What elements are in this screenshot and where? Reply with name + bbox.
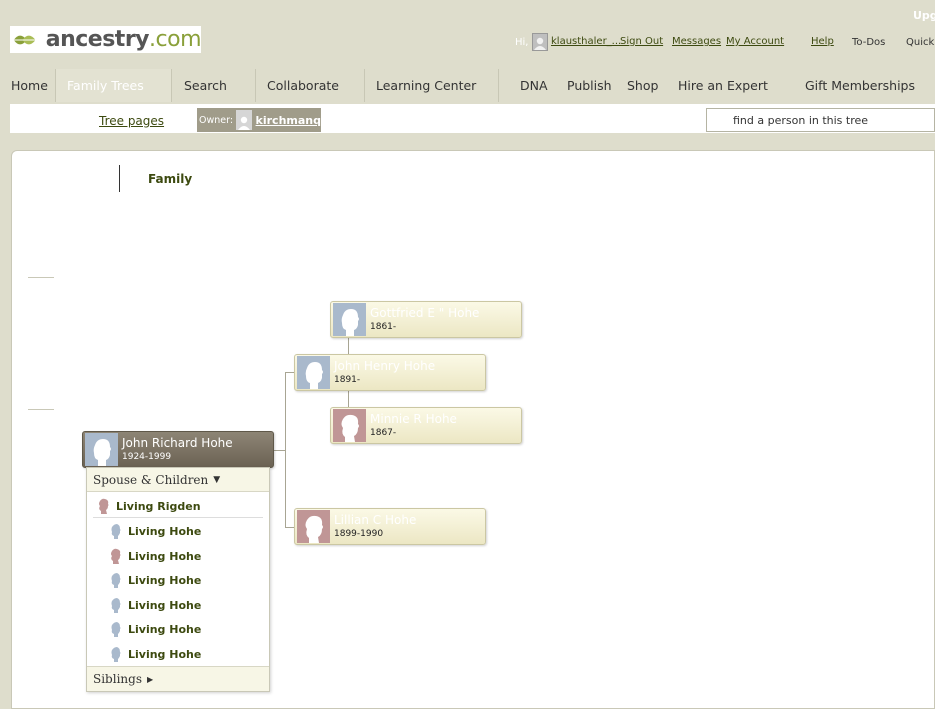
child-name: Living Hohe	[128, 573, 202, 587]
family-view-label[interactable]: Family	[148, 172, 192, 186]
todos-link[interactable]: To-Dos	[852, 37, 885, 48]
female-silhouette-icon	[99, 498, 109, 514]
nav-family-trees[interactable]: Family Trees	[56, 69, 171, 102]
ancestry-logo[interactable]: ancestry.com	[10, 26, 201, 53]
child-item[interactable]: Living Hohe	[109, 620, 201, 638]
connector	[273, 450, 285, 451]
person-name: John Richard Hohe	[122, 436, 233, 450]
child-item[interactable]: Living Hohe	[109, 596, 201, 614]
nav-shop[interactable]: Shop	[627, 69, 658, 102]
child-name: Living Hohe	[128, 598, 202, 612]
child-name: Living Hohe	[128, 622, 202, 636]
divider	[93, 517, 263, 518]
caret-down-icon: ▼	[213, 474, 221, 485]
person-dates: 1861-	[370, 322, 397, 332]
child-name: Living Hohe	[128, 549, 202, 563]
family-dropdown-panel: Spouse & Children ▼ Living Rigden Living…	[86, 467, 270, 692]
nav-dna[interactable]: DNA	[520, 69, 548, 102]
person-dates: 1867-	[370, 428, 397, 438]
child-item[interactable]: Living Hohe	[109, 645, 201, 663]
child-item[interactable]: Living Hohe	[109, 547, 201, 565]
generation-marker	[28, 409, 54, 410]
person-card-mother[interactable]: Lillian C Hohe 1899-1990	[294, 508, 486, 545]
nav-hire-expert[interactable]: Hire an Expert	[678, 69, 768, 102]
person-name: John Henry Hohe	[334, 359, 436, 373]
person-dates: 1924-1999	[122, 452, 172, 462]
spouse-name: Living Rigden	[116, 499, 201, 513]
male-silhouette-icon	[111, 622, 121, 637]
user-avatar-icon[interactable]	[532, 33, 549, 51]
nav-gift-memberships[interactable]: Gift Memberships	[805, 69, 915, 102]
person-card-father[interactable]: John Henry Hohe 1891-	[294, 354, 486, 391]
username-link[interactable]: klausthaler_...	[551, 36, 621, 47]
person-card-focus[interactable]: John Richard Hohe 1924-1999	[82, 431, 274, 468]
male-silhouette-icon	[111, 573, 121, 588]
nav-learning-center[interactable]: Learning Center	[376, 69, 476, 102]
upgrade-link[interactable]: Upgrade	[913, 9, 935, 22]
owner-label: Owner:	[199, 114, 234, 126]
male-silhouette-icon	[111, 524, 121, 539]
person-dates: 1891-	[334, 375, 361, 385]
child-name: Living Hohe	[128, 524, 202, 538]
connector	[348, 390, 349, 407]
spouse-item[interactable]: Living Rigden	[97, 497, 201, 515]
siblings-label: Siblings	[93, 672, 142, 686]
male-silhouette-icon	[111, 598, 121, 613]
person-card-paternal-grandfather[interactable]: Gottfried E " Hohe 1861-	[330, 301, 522, 338]
nav-search[interactable]: Search	[184, 69, 227, 102]
my-account-link[interactable]: My Account	[726, 36, 784, 47]
male-silhouette-icon	[297, 356, 330, 389]
person-name: Minnie R Hohe	[370, 412, 457, 426]
female-silhouette-icon	[111, 548, 121, 564]
child-name: Living Hohe	[128, 647, 202, 661]
find-person-input[interactable]: find a person in this tree	[706, 108, 935, 132]
leaf-logo-icon	[13, 35, 41, 44]
nav-home[interactable]: Home	[11, 69, 48, 102]
male-silhouette-icon	[333, 303, 366, 336]
child-item[interactable]: Living Hohe	[109, 571, 201, 589]
female-silhouette-icon	[333, 409, 366, 442]
logo-wordmark: ancestry.com	[45, 27, 202, 52]
connector	[348, 337, 349, 354]
female-silhouette-icon	[297, 510, 330, 543]
owner-avatar-icon	[236, 110, 252, 130]
child-item[interactable]: Living Hohe	[109, 522, 201, 540]
spouse-children-toggle[interactable]: Spouse & Children ▼	[87, 468, 269, 492]
owner-name-link[interactable]: kirchmanq	[256, 114, 321, 127]
spouse-children-label: Spouse & Children	[93, 472, 209, 487]
help-link[interactable]: Help	[811, 36, 834, 47]
male-silhouette-icon	[85, 433, 118, 466]
person-card-paternal-grandmother[interactable]: Minnie R Hohe 1867-	[330, 407, 522, 444]
tree-owner: Owner: kirchmanq	[197, 108, 321, 132]
quick-links[interactable]: Quick	[906, 37, 934, 48]
caret-right-icon: ▶	[146, 674, 154, 684]
male-silhouette-icon	[111, 647, 121, 662]
sign-out-link[interactable]: Sign Out	[620, 36, 663, 47]
person-name: Gottfried E " Hohe	[370, 306, 480, 320]
generation-marker	[28, 277, 54, 278]
greeting-text: Hi,	[515, 36, 529, 48]
nav-collaborate[interactable]: Collaborate	[267, 69, 339, 102]
person-name: Lillian C Hohe	[334, 513, 417, 527]
messages-link[interactable]: Messages	[672, 36, 721, 47]
person-dates: 1899-1990	[334, 529, 384, 539]
connector	[285, 372, 286, 527]
view-divider	[119, 165, 120, 192]
nav-publish[interactable]: Publish	[567, 69, 612, 102]
siblings-toggle[interactable]: Siblings ▶	[87, 666, 269, 691]
main-nav: Home Family Trees Search Collaborate Lea…	[0, 69, 935, 102]
user-greeting: Hi,	[515, 33, 551, 51]
tree-pages-link[interactable]: Tree pages	[99, 114, 164, 128]
